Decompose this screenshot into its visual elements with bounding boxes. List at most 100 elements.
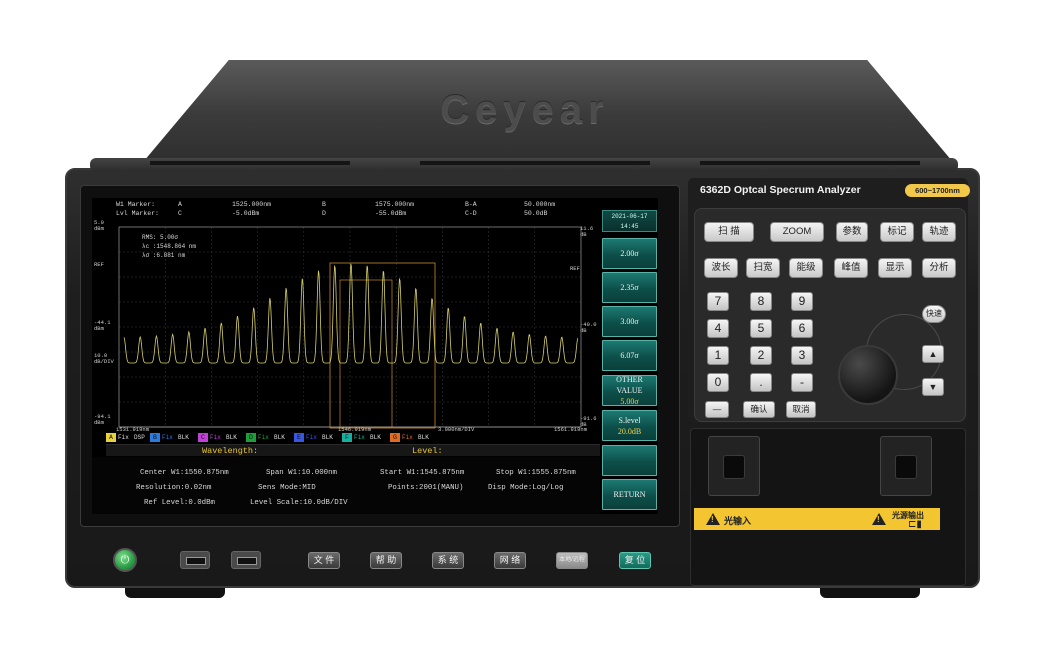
- cancel-key[interactable]: 取消: [786, 401, 816, 418]
- softkey-s-level[interactable]: S.level 20.0dB: [602, 410, 657, 441]
- brand-logo: Ceyear: [440, 88, 610, 132]
- light-input-label: 光输入: [724, 516, 752, 526]
- softkey-6-07-sigma[interactable]: 6.07σ: [602, 340, 657, 371]
- marker-key[interactable]: 标记: [880, 222, 914, 242]
- system-button[interactable]: 系 统: [432, 552, 464, 569]
- usb-port-2[interactable]: [231, 551, 261, 569]
- file-button[interactable]: 文 件: [308, 552, 340, 569]
- marker-a-value: 1525.000nm: [232, 201, 272, 208]
- arrow-up-key[interactable]: ▲: [922, 345, 944, 363]
- display-screen: W1 Marker: Lvl Marker: A C 1525.000nm -5…: [92, 198, 658, 514]
- usb-port-1[interactable]: [180, 551, 210, 569]
- trace-g-mode: Fix: [402, 434, 413, 441]
- sweep-width-key[interactable]: 扫宽: [746, 258, 780, 278]
- trace-c-disp: BLK: [226, 434, 237, 441]
- spectrum-plot[interactable]: 5.0 dBm REF -44.1 dBm 10.0 dB/DIV -94.1 dBm …: [92, 220, 600, 438]
- trace-a-mode: Fix: [118, 434, 129, 441]
- trace-f-disp: BLK: [370, 434, 381, 441]
- analysis-key[interactable]: 分析: [922, 258, 956, 278]
- num-4-key[interactable]: 4: [707, 319, 729, 338]
- marker-b-value: 1575.000nm: [375, 201, 415, 208]
- marker-c-d: C-D: [465, 210, 477, 217]
- trace-key[interactable]: 轨迹: [922, 222, 956, 242]
- quick-button[interactable]: 快速: [922, 305, 946, 323]
- num-6-key[interactable]: 6: [791, 319, 813, 338]
- trace-e-mode: Fix: [306, 434, 317, 441]
- trace-c-mode: Fix: [210, 434, 221, 441]
- confirm-key[interactable]: 确认: [743, 401, 775, 418]
- vent-slot: [700, 161, 920, 165]
- rotary-knob[interactable]: [838, 345, 898, 405]
- num-9-key[interactable]: 9: [791, 292, 813, 311]
- marker-c: C: [178, 210, 182, 217]
- marker-c-value: -5.0dBm: [232, 210, 260, 217]
- dot-key[interactable]: .: [750, 373, 772, 392]
- light-input-port[interactable]: [708, 436, 760, 496]
- local-remote-button[interactable]: 本地/远程: [556, 552, 588, 569]
- plug-icon: ⊏▮: [908, 519, 922, 530]
- trace-d-mode: Fix: [258, 434, 269, 441]
- trace-b-badge[interactable]: B: [150, 433, 160, 442]
- help-button[interactable]: 帮 助: [370, 552, 402, 569]
- marker-d: D: [322, 210, 326, 217]
- peak-key[interactable]: 峰值: [834, 258, 868, 278]
- trace-f-badge[interactable]: F: [342, 433, 352, 442]
- center-wavelength: Center W1:1550.875nm: [140, 469, 229, 477]
- trace-a-badge[interactable]: A: [106, 433, 116, 442]
- level-scale: Level Scale:10.0dB/DIV: [250, 499, 348, 507]
- span-wavelength: Span W1:10.000nm: [266, 469, 337, 477]
- softkey-empty[interactable]: [602, 445, 657, 476]
- trace-b-mode: Fix: [162, 434, 173, 441]
- trace-e-disp: BLK: [322, 434, 333, 441]
- trace-g-disp: BLK: [418, 434, 429, 441]
- trace-e-badge[interactable]: E: [294, 433, 304, 442]
- marker-a: A: [178, 201, 182, 208]
- minus-key[interactable]: -: [791, 373, 813, 392]
- zoom-key[interactable]: ZOOM: [770, 222, 824, 242]
- warning-icon: [872, 513, 886, 525]
- power-button[interactable]: ⏻: [113, 548, 137, 572]
- network-button[interactable]: 网 络: [494, 552, 526, 569]
- wavelength-key[interactable]: 波长: [704, 258, 738, 278]
- num-5-key[interactable]: 5: [750, 319, 772, 338]
- softkey-3-sigma[interactable]: 3.00σ: [602, 306, 657, 337]
- w1-marker-label: W1 Marker:: [116, 201, 156, 208]
- center-wavelength-label: λc :1548.864 nm: [142, 243, 197, 250]
- reset-button[interactable]: 复 位: [619, 552, 651, 569]
- num-7-key[interactable]: 7: [707, 292, 729, 311]
- num-3-key[interactable]: 3: [791, 346, 813, 365]
- params-key[interactable]: 参数: [836, 222, 868, 242]
- start-wavelength: Start W1:1545.875nm: [380, 469, 465, 477]
- device-foot: [125, 588, 225, 598]
- marker-b: B: [322, 201, 326, 208]
- display-key[interactable]: 显示: [878, 258, 912, 278]
- marker-b-a-value: 50.000nm: [524, 201, 556, 208]
- stop-wavelength: Stop W1:1555.875nm: [496, 469, 576, 477]
- num-0-key[interactable]: 0: [707, 373, 729, 392]
- softkey-other-value[interactable]: OTHER VALUE 5.00σ: [602, 375, 657, 406]
- num-1-key[interactable]: 1: [707, 346, 729, 365]
- arrow-down-key[interactable]: ▼: [922, 378, 944, 396]
- trace-d-badge[interactable]: D: [246, 433, 256, 442]
- level-key[interactable]: 能级: [789, 258, 823, 278]
- level-marker-label: Lvl Marker:: [116, 210, 159, 217]
- trace-a-disp: DSP: [134, 434, 145, 441]
- resolution: Resolution:0.02nm: [136, 484, 212, 492]
- softkey-2-35-sigma[interactable]: 2.35σ: [602, 272, 657, 303]
- sigma-width-label: λσ :6.881 nm: [142, 252, 186, 259]
- light-source-output-port[interactable]: [880, 436, 932, 496]
- device-foot: [820, 588, 920, 598]
- softkey-2-sigma[interactable]: 2.00σ: [602, 238, 657, 269]
- warning-icon: [706, 513, 720, 525]
- backspace-key[interactable]: —: [705, 401, 729, 418]
- scan-key[interactable]: 扫 描: [704, 222, 754, 242]
- num-8-key[interactable]: 8: [750, 292, 772, 311]
- trace-status-bar: A Fix DSP B Fix BLK C Fix BLK D Fix BLK …: [106, 433, 600, 443]
- trace-g-badge[interactable]: G: [390, 433, 400, 442]
- num-2-key[interactable]: 2: [750, 346, 772, 365]
- reference-level: Ref Level:0.0dBm: [144, 499, 215, 507]
- trace-c-badge[interactable]: C: [198, 433, 208, 442]
- sens-mode: Sens Mode:MID: [258, 484, 316, 492]
- trace-b-disp: BLK: [178, 434, 189, 441]
- softkey-return[interactable]: RETURN: [602, 479, 657, 510]
